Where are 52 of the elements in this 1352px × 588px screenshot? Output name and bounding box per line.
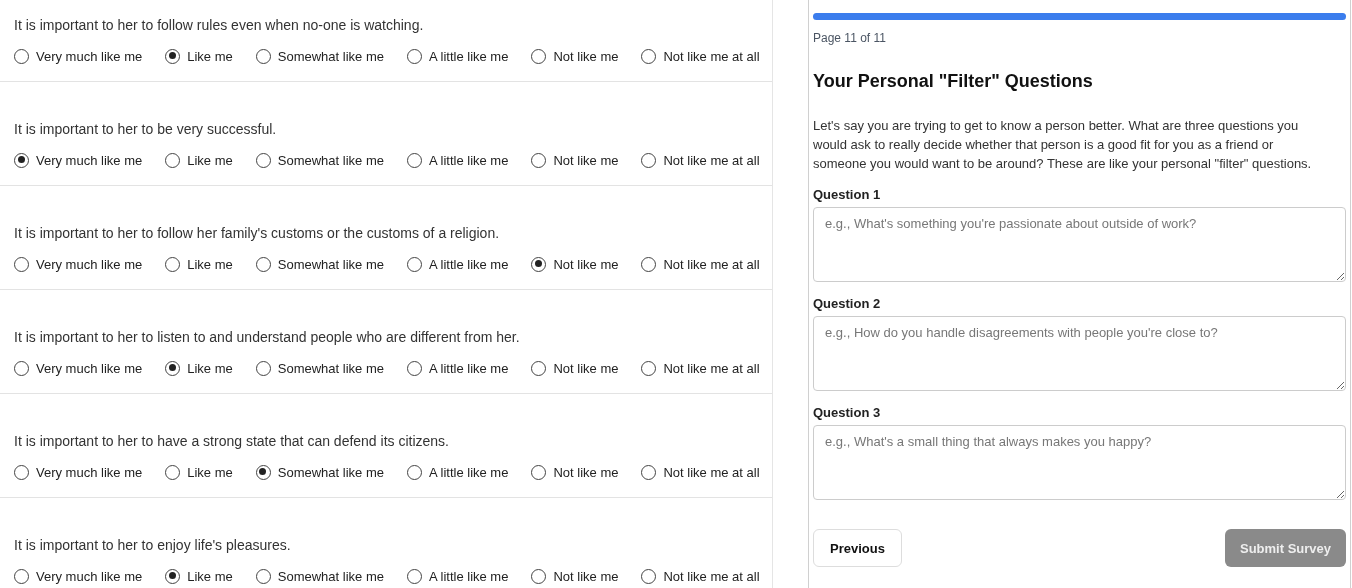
radio-option[interactable]: Somewhat like me xyxy=(255,464,384,480)
radio-option[interactable]: Not like me at all xyxy=(641,48,760,64)
radio-option[interactable]: Somewhat like me xyxy=(255,152,384,168)
radio-option[interactable]: Somewhat like me xyxy=(255,256,384,272)
answer-field[interactable]: e.g., What's a small thing that always makes you happy? xyxy=(813,425,1346,500)
radio-option[interactable]: Not like me at all xyxy=(641,256,760,272)
radio-option[interactable]: Like me xyxy=(165,256,233,272)
radio-option[interactable]: Somewhat like me xyxy=(255,568,384,584)
radio-option[interactable]: Like me xyxy=(165,360,233,376)
radio-option[interactable]: Not like me at all xyxy=(641,464,760,480)
question-text: It is important to her to follow her family's customs or the customs of a religion. xyxy=(14,224,501,243)
radio-option[interactable]: Not like me xyxy=(531,464,619,480)
section-title: Your Personal "Filter" Questions xyxy=(813,71,1094,92)
radio-option[interactable]: A little like me xyxy=(406,568,509,584)
field-label: Question 2 xyxy=(813,296,882,311)
radio-option[interactable]: Like me xyxy=(165,152,233,168)
radio-option[interactable]: Not like me xyxy=(531,48,619,64)
radio-option[interactable]: A little like me xyxy=(406,464,509,480)
radio-option[interactable]: Very much like me xyxy=(14,360,143,376)
question-text: It is important to her to have a strong state that can defend its citizens. xyxy=(14,432,450,451)
radio-option[interactable]: A little like me xyxy=(406,256,509,272)
radio-option[interactable]: A little like me xyxy=(406,48,509,64)
question-text: It is important to her to listen to and understand people who are different from her. xyxy=(14,328,521,347)
radio-option[interactable]: Not like me at all xyxy=(641,568,760,584)
answer-field[interactable]: e.g., How do you handle disagreements with people you're close to? xyxy=(813,316,1346,391)
radio-option[interactable]: A little like me xyxy=(406,360,509,376)
radio-option[interactable]: Somewhat like me xyxy=(255,360,384,376)
radio-option[interactable]: Very much like me xyxy=(14,464,143,480)
answer-field[interactable]: e.g., What's something you're passionate about outside of work? xyxy=(813,207,1346,282)
question-text: It is important to her to enjoy life's pleasures. xyxy=(14,536,292,555)
page-indicator: Page 11 of 11 xyxy=(813,31,887,45)
radio-option[interactable]: Not like me xyxy=(531,152,619,168)
field-label: Question 3 xyxy=(813,405,882,420)
radio-option[interactable]: Very much like me xyxy=(14,568,143,584)
field-label: Question 1 xyxy=(813,187,882,202)
intro-text: Let's say you are trying to get to know a person better. What are three questions you would ask to really decide whether that person is a good fit for you as a friend or someone you would want to be around? These are like your personal "filter" questions. xyxy=(813,117,1313,173)
radio-option[interactable]: Not like me xyxy=(531,568,619,584)
question-text: It is important to her to be very successful. xyxy=(14,120,278,139)
radio-option[interactable]: Not like me at all xyxy=(641,152,760,168)
radio-option[interactable]: A little like me xyxy=(406,152,509,168)
radio-option[interactable]: Not like me xyxy=(531,360,619,376)
radio-option[interactable]: Very much like me xyxy=(14,256,143,272)
radio-option[interactable]: Very much like me xyxy=(14,48,143,64)
radio-option[interactable]: Like me xyxy=(165,464,233,480)
radio-option[interactable]: Somewhat like me xyxy=(255,48,384,64)
radio-option[interactable]: Like me xyxy=(165,568,233,584)
radio-option[interactable]: Not like me xyxy=(531,256,619,272)
question-text: It is important to her to follow rules even when no-one is watching. xyxy=(14,16,425,35)
previous-button[interactable]: Previous xyxy=(813,529,902,567)
radio-option[interactable]: Not like me at all xyxy=(641,360,760,376)
radio-option[interactable]: Like me xyxy=(165,48,233,64)
radio-option[interactable]: Very much like me xyxy=(14,152,143,168)
